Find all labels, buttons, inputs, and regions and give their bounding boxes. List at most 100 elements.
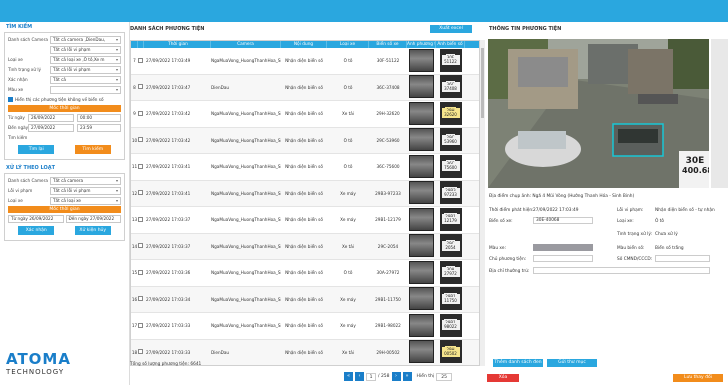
row-checkbox[interactable] <box>138 296 143 302</box>
color-input[interactable] <box>533 244 593 251</box>
page-size-select[interactable]: 25 <box>436 372 453 381</box>
plate-thumbnail[interactable]: 30A27972 <box>439 260 462 284</box>
filter-select[interactable]: Tất cả ▾ <box>50 75 121 84</box>
table-scrollbar[interactable] <box>480 40 485 366</box>
row-content: Nhận diện biển số <box>285 296 323 302</box>
filter-select[interactable]: ▾ <box>50 85 121 94</box>
plate-thumbnail[interactable]: 36C37408 <box>439 75 462 99</box>
plate-checkbox[interactable] <box>8 97 13 102</box>
send-folder-button[interactable]: Gửi thư mục <box>547 359 597 367</box>
row-type: Ô tô <box>343 270 353 276</box>
batch-select[interactable]: Tất cả loại xe ▾ <box>50 196 121 205</box>
filter-select[interactable]: Tất cả loại xe ,Ô tô,Xe m ▾ <box>50 55 121 64</box>
export-excel-button[interactable]: Xuất excel <box>430 25 472 33</box>
row-checkbox[interactable] <box>138 137 143 143</box>
vehicle-thumbnail[interactable] <box>409 154 434 178</box>
page-count: / 258 <box>378 374 390 379</box>
row-checkbox[interactable] <box>138 243 143 249</box>
row-checkbox[interactable] <box>138 84 143 90</box>
page-input[interactable]: 1 <box>366 372 376 381</box>
vehicle-thumbnail[interactable] <box>409 260 434 284</box>
row-number: 17 <box>131 323 138 329</box>
plate-thumbnail[interactable]: 29B397233 <box>439 181 462 205</box>
row-number: 7 <box>133 58 136 64</box>
from-date-input[interactable]: 26/09/2022 <box>28 113 74 122</box>
row-checkbox[interactable] <box>138 349 143 355</box>
plate-checkbox-row[interactable]: Hiển thị các phương tiện không về biển s… <box>8 95 121 104</box>
to-date-input[interactable]: 27/09/2022 <box>28 123 74 132</box>
search-button[interactable]: Tìm kiếm <box>74 145 111 154</box>
filter-select[interactable]: Tất cả lỗi vi phạm ▾ <box>50 45 121 54</box>
owner-input[interactable] <box>533 255 593 262</box>
plate-thumbnail[interactable]: 29H00502 <box>439 340 462 364</box>
plate-input[interactable]: 30E-40068 <box>533 217 593 224</box>
row-checkbox[interactable] <box>138 269 143 275</box>
row-checkbox[interactable] <box>138 322 143 328</box>
table-row[interactable]: 11 27/09/2022 17:03:41 NgaMuaVong_HuongTha… <box>131 154 479 181</box>
row-checkbox[interactable] <box>138 190 143 196</box>
table-row[interactable]: 14 27/09/2022 17:03:37 NgaMuaVong_HuongTha… <box>131 233 479 260</box>
reset-button[interactable]: Tìm lại <box>18 145 55 154</box>
row-checkbox[interactable] <box>138 163 143 169</box>
row-checkbox[interactable] <box>138 110 143 116</box>
vehicle-thumbnail[interactable] <box>409 75 434 99</box>
from-time-input[interactable]: 00:00 <box>77 113 121 122</box>
row-type: Xe máy <box>340 217 356 223</box>
next-page-button[interactable]: › <box>391 372 401 381</box>
row-content: Nhận diện biển số <box>285 190 323 196</box>
first-page-button[interactable]: « <box>344 372 353 381</box>
table-row[interactable]: 16 27/09/2022 17:03:34 NgaMuaVong_HuongTha… <box>131 286 479 313</box>
plate-thumbnail[interactable]: 29B111750 <box>439 287 462 311</box>
address-input[interactable] <box>533 267 710 274</box>
table-row[interactable]: 12 27/09/2022 17:03:41 NgaMuaVong_HuongTha… <box>131 180 479 207</box>
vehicle-thumbnail[interactable] <box>409 128 434 152</box>
vehicle-thumbnail[interactable] <box>409 313 434 337</box>
plate-thumbnail[interactable]: 29H32620 <box>439 101 462 125</box>
table-row[interactable]: 13 27/09/2022 17:03:37 NgaMuaVong_HuongTha… <box>131 207 479 234</box>
table-row[interactable]: 15 27/09/2022 17:03:36 NgaMuaVong_HuongTha… <box>131 260 479 287</box>
plate-thumbnail[interactable]: 36C75600 <box>439 154 462 178</box>
row-content: Nhận diện biển số <box>285 270 323 276</box>
plate-thumbnail[interactable]: 29C53960 <box>439 128 462 152</box>
chevron-down-icon: ▾ <box>115 87 118 92</box>
table-row[interactable]: 8 27/09/2022 17:03:47 DienDau Nhận diện biể… <box>131 74 479 101</box>
plate-thumbnail[interactable]: 29B198022 <box>439 313 462 337</box>
plate-thumbnail[interactable]: 29C2054 <box>439 234 462 258</box>
plate-thumbnail[interactable]: 29B112179 <box>439 207 462 231</box>
plate-thumbnail[interactable]: 30F51122 <box>439 48 462 72</box>
filter-row: Tình trạng xử lý Tất cả lỗi vi phạm ▾ <box>8 65 121 74</box>
vehicle-thumbnail[interactable] <box>409 48 434 72</box>
last-page-button[interactable]: » <box>402 372 412 381</box>
id-input[interactable] <box>655 255 710 262</box>
prev-page-button[interactable]: ‹ <box>355 372 364 381</box>
row-camera: NgaMuaVong_HuongThanhHoa_Sinh9i <box>211 296 281 302</box>
row-checkbox[interactable] <box>138 216 143 222</box>
table-row[interactable]: 9 27/09/2022 17:03:42 NgaMuaVong_HuongThan… <box>131 101 479 128</box>
vehicle-thumbnail[interactable] <box>409 101 434 125</box>
filter-select[interactable]: Tất cả lỗi vi phạm ▾ <box>50 65 121 74</box>
table-row[interactable]: 10 27/09/2022 17:03:42 NgaMuaVong_HuongTha… <box>131 127 479 154</box>
batch-select[interactable]: Tất cả lỗi vi phạm ▾ <box>50 186 121 195</box>
filter-select[interactable]: Tất cả camera ,DienDau, ▾ <box>50 35 121 44</box>
row-content: Nhận diện biển số <box>285 84 323 90</box>
type-value: Ô tô <box>655 219 665 224</box>
vehicle-thumbnail[interactable] <box>409 287 434 311</box>
delete-button[interactable]: Xóa <box>487 374 519 382</box>
add-blacklist-button[interactable]: Thêm danh sách đen <box>493 359 543 367</box>
vehicle-thumbnail[interactable] <box>409 181 434 205</box>
save-changes-button[interactable]: Lưu thay đổi <box>673 374 723 382</box>
table-row[interactable]: 7 27/09/2022 17:03:49 NgaMuaVong_HuongThan… <box>131 48 479 75</box>
vehicle-thumbnail[interactable] <box>409 234 434 258</box>
cancel-button[interactable]: Xử kiện hủy <box>74 226 111 235</box>
vehicle-thumbnail[interactable] <box>409 340 434 364</box>
row-checkbox[interactable] <box>138 57 143 63</box>
vehicle-thumbnail[interactable] <box>409 207 434 231</box>
batch-from-input[interactable]: Từ ngày 26/09/2022 <box>8 214 64 223</box>
batch-to-input[interactable]: Đến ngày 27/09/2022 <box>65 214 121 223</box>
batch-select[interactable]: Tất cả camera ▾ <box>50 176 121 185</box>
table-row[interactable]: 17 27/09/2022 17:03:33 NgaMuaVong_HuongTha… <box>131 313 479 340</box>
to-time-input[interactable]: 23:59 <box>77 123 121 132</box>
vehicle-photo[interactable]: 30E 400.68 <box>488 39 709 188</box>
row-type: Xe tải <box>342 349 354 355</box>
confirm-button[interactable]: Xác nhận <box>18 226 55 235</box>
